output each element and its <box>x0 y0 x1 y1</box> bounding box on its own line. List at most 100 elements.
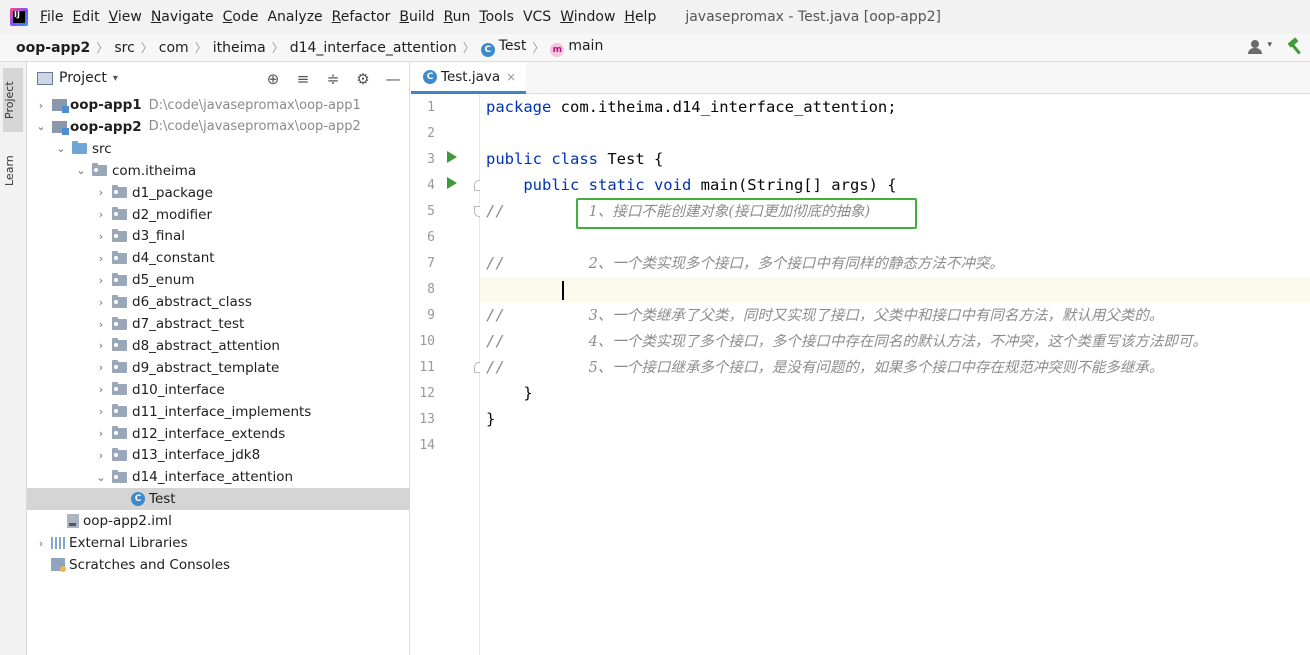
menu-item[interactable]: Tools <box>479 9 514 25</box>
code-line: public class Test { <box>486 146 663 172</box>
menu-item[interactable]: Window <box>560 9 615 25</box>
menu-item[interactable]: Run <box>444 9 471 25</box>
close-icon[interactable]: × <box>506 70 516 84</box>
chevron-right-icon[interactable]: › <box>95 274 107 287</box>
tree-item[interactable]: oop-app2.iml <box>27 510 410 532</box>
tree-item[interactable]: ⌄ src <box>27 138 410 160</box>
chevron-down-icon[interactable]: ⌄ <box>55 142 67 155</box>
chevron-right-icon[interactable]: › <box>35 99 47 112</box>
tool-tab-learn[interactable]: Learn <box>3 146 23 196</box>
tree-item[interactable]: › d11_interface_implements <box>27 401 410 423</box>
package-icon <box>112 250 127 264</box>
tree-item-label: d9_abstract_template <box>132 359 280 376</box>
project-view-selector[interactable]: Project <box>59 70 107 86</box>
vcs-user-icon[interactable]: ▾ <box>1248 38 1272 56</box>
chevron-right-icon[interactable]: › <box>95 361 107 374</box>
breadcrumb-src[interactable]: src <box>114 40 134 56</box>
chevron-right-icon[interactable]: › <box>95 296 107 309</box>
tree-item-label: External Libraries <box>69 535 188 551</box>
breadcrumb-package[interactable]: d14_interface_attention <box>290 40 457 56</box>
menu-item[interactable]: Edit <box>72 9 99 25</box>
code-editor[interactable]: package com.itheima.d14_interface_attent… <box>480 94 1310 655</box>
breadcrumb-class[interactable]: C Test <box>480 38 526 57</box>
breadcrumb-method[interactable]: m main <box>550 38 603 57</box>
tree-item[interactable]: › d7_abstract_test <box>27 313 410 335</box>
code-token: // <box>486 358 589 376</box>
tree-item[interactable]: › d6_abstract_class <box>27 291 410 313</box>
tree-item[interactable]: › d12_interface_extends <box>27 423 410 445</box>
tool-tab-project[interactable]: Project <box>3 68 23 132</box>
run-icon[interactable] <box>447 177 457 189</box>
tab-test-java[interactable]: C Test.java × <box>411 62 527 94</box>
chevron-down-icon[interactable]: ⌄ <box>75 164 87 177</box>
breadcrumb-itheima[interactable]: itheima <box>213 40 266 56</box>
package-icon <box>112 426 127 439</box>
menu-item[interactable]: View <box>109 9 142 25</box>
tree-item-label: oop-app2.iml <box>83 513 172 530</box>
tree-item[interactable]: › d4_constant <box>27 247 410 269</box>
locate-file-icon[interactable]: ⊕ <box>265 70 281 88</box>
menu-item[interactable]: Code <box>223 9 259 25</box>
package-icon <box>112 382 127 396</box>
tree-item[interactable]: › d1_package <box>27 182 410 204</box>
line-number: 4 <box>427 178 435 193</box>
breadcrumb-separator: 〉 <box>96 41 109 55</box>
menu-item[interactable]: Help <box>624 9 656 25</box>
breadcrumb-separator: 〉 <box>532 41 545 55</box>
code-token: public static void <box>486 176 701 194</box>
menu-item[interactable]: Refactor <box>332 9 391 25</box>
code-token: // <box>486 202 589 220</box>
tree-item[interactable]: › External Libraries <box>27 532 410 554</box>
menu-item[interactable]: VCS <box>523 9 551 25</box>
class-icon: C <box>131 492 145 507</box>
gear-icon[interactable]: ⚙ <box>355 70 371 88</box>
tree-item[interactable]: › d3_final <box>27 225 410 247</box>
chevron-right-icon[interactable]: › <box>95 252 107 265</box>
tree-item[interactable]: › d9_abstract_template <box>27 357 410 379</box>
tree-item-label: d7_abstract_test <box>132 316 245 332</box>
tree-item[interactable]: › d10_interface <box>27 379 410 401</box>
chevron-right-icon[interactable]: › <box>95 318 107 331</box>
tree-item[interactable]: › d13_interface_jdk8 <box>27 444 410 466</box>
tree-item[interactable]: ⌄ d14_interface_attention <box>27 466 410 488</box>
tree-item[interactable]: ⌄ com.itheima <box>27 160 410 182</box>
chevron-right-icon[interactable]: › <box>95 339 107 352</box>
expand-all-icon[interactable]: ≡ <box>295 70 311 88</box>
menu-item[interactable]: Build <box>399 9 434 25</box>
code-line: // 2、一个类实现多个接口，多个接口中有同样的静态方法不冲突。 <box>486 250 1004 276</box>
collapse-all-icon[interactable]: ≑ <box>325 70 341 88</box>
chevron-right-icon[interactable]: › <box>95 208 107 221</box>
menu-item[interactable]: File <box>40 9 63 25</box>
tree-item[interactable]: Scratches and Consoles <box>27 554 410 576</box>
hide-panel-icon[interactable]: — <box>385 70 401 88</box>
chevron-right-icon[interactable]: › <box>95 186 107 199</box>
chevron-down-icon[interactable]: ⌄ <box>35 120 47 133</box>
breadcrumb-project[interactable]: oop-app2 <box>16 40 90 56</box>
chevron-right-icon[interactable]: › <box>95 449 107 462</box>
tool-window-strip: Project Learn <box>0 62 27 655</box>
menu-item[interactable]: Navigate <box>151 9 214 25</box>
build-hammer-icon[interactable] <box>1286 38 1304 56</box>
code-line: package com.itheima.d14_interface_attent… <box>486 94 897 120</box>
tree-item[interactable]: › d2_modifier <box>27 204 410 226</box>
chevron-down-icon[interactable]: ▾ <box>113 73 118 84</box>
tree-item-path: D:\code\javasepromax\oop-app1 <box>148 97 361 113</box>
tree-item[interactable]: › oop-app1 D:\code\javasepromax\oop-app1 <box>27 94 410 116</box>
menu-item[interactable]: Analyze <box>267 9 322 25</box>
run-icon[interactable] <box>447 151 457 163</box>
chevron-right-icon[interactable]: › <box>95 427 107 440</box>
tree-item[interactable]: ⌄ oop-app2 D:\code\javasepromax\oop-app2 <box>27 116 410 138</box>
chevron-right-icon[interactable]: › <box>95 405 107 418</box>
breadcrumb-com[interactable]: com <box>159 40 189 56</box>
chevron-right-icon[interactable]: › <box>35 537 47 550</box>
package-icon <box>112 447 127 461</box>
iml-file-icon <box>67 514 79 529</box>
chevron-right-icon[interactable]: › <box>95 230 107 243</box>
tree-item-label: oop-app2 <box>70 118 142 135</box>
tree-item[interactable]: › d5_enum <box>27 269 410 291</box>
tree-item-label: src <box>92 140 112 157</box>
chevron-down-icon[interactable]: ⌄ <box>95 471 107 484</box>
tree-item[interactable]: › d8_abstract_attention <box>27 335 410 357</box>
tree-item[interactable]: C Test <box>27 488 410 511</box>
chevron-right-icon[interactable]: › <box>95 383 107 396</box>
